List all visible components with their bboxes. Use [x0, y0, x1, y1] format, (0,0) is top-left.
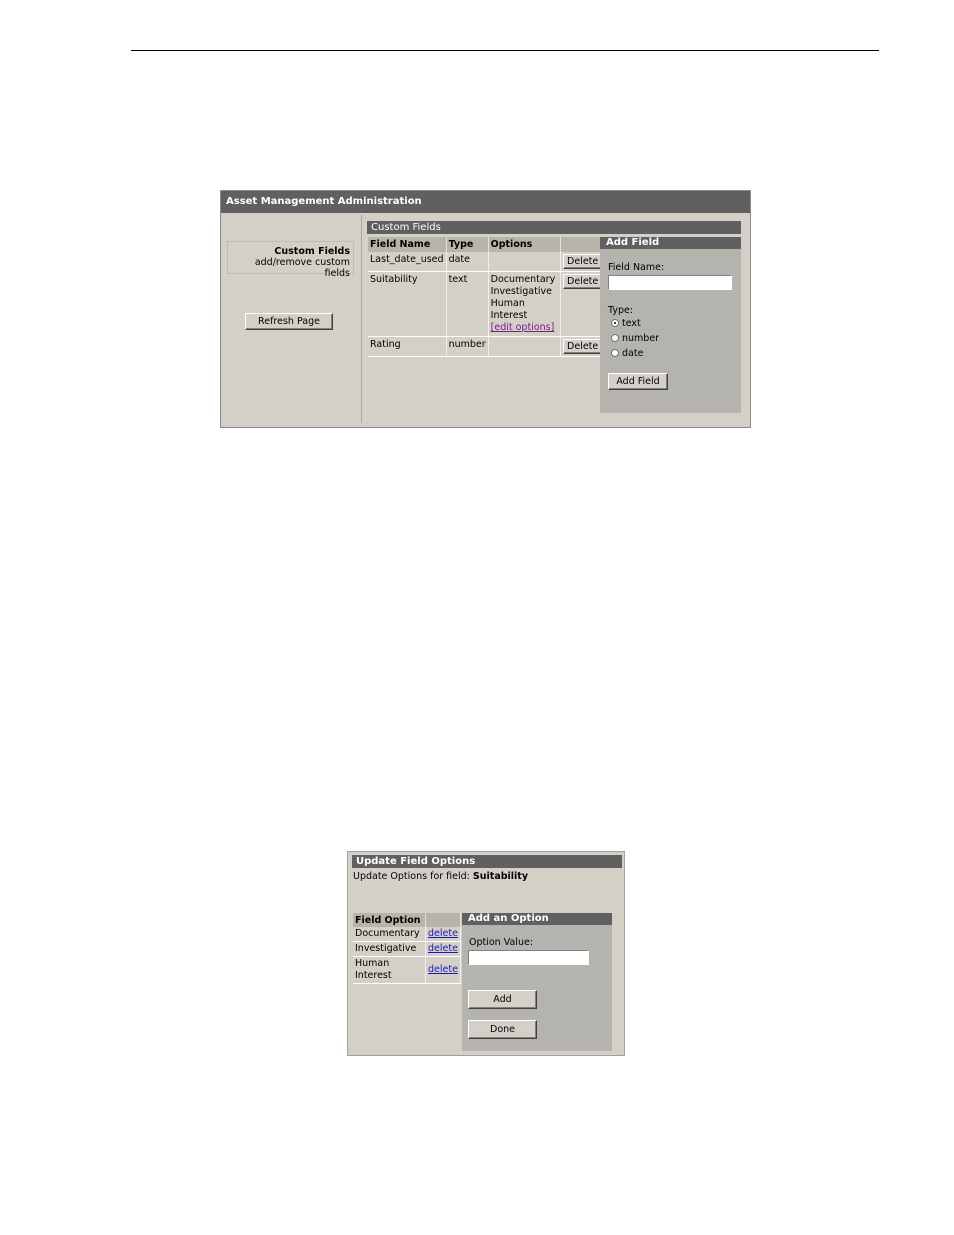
asset-admin-window: Asset Management Administration Custom F… [220, 190, 751, 428]
field-name-cell: Last_date_used [368, 252, 447, 272]
option-value-input[interactable] [468, 950, 589, 965]
column-header: Type [446, 237, 489, 252]
field-options-cell [488, 252, 561, 272]
subtitle-prefix: Update Options for field: [353, 871, 470, 882]
type-option-label: text [622, 318, 641, 329]
delete-option-link[interactable]: delete [428, 928, 458, 939]
option-value-cell: Investigative [353, 941, 426, 957]
field-options-table: Field Option Documentary delete Investig… [353, 913, 461, 984]
delete-option-link[interactable]: delete [428, 943, 458, 954]
add-field-heading: Add Field [600, 237, 741, 249]
field-name-input[interactable] [608, 275, 732, 290]
add-option-panel: Add an Option Option Value: Add Done [462, 913, 612, 1051]
custom-fields-table: Field Name Type Options Last_date_used d… [368, 237, 608, 357]
column-header: Field Name [368, 237, 447, 252]
option-value-cell: Human Interest [353, 956, 426, 984]
table-row: Suitability text Documentary Investigati… [368, 271, 608, 337]
field-name-label: Field Name: [608, 262, 665, 273]
type-option-label: date [622, 348, 644, 359]
update-options-subtitle: Update Options for field: Suitability [353, 871, 528, 882]
add-field-button[interactable]: Add Field [608, 373, 668, 390]
table-row: Investigative delete [353, 941, 461, 957]
field-name-cell: Suitability [368, 271, 447, 337]
option-value: Human Interest [490, 298, 528, 321]
column-header: Options [488, 237, 561, 252]
add-field-panel: Add Field Field Name: Type: text number … [600, 237, 741, 413]
type-label: Type: [608, 305, 634, 316]
table-row: Last_date_used date Delete [368, 252, 608, 272]
panel-divider [361, 215, 362, 423]
column-header [425, 913, 461, 927]
delete-option-link[interactable]: delete [428, 964, 458, 975]
option-value: Documentary [490, 274, 556, 285]
table-header-row: Field Name Type Options [368, 237, 608, 252]
nav-custom-fields-subtitle: add/remove custom fields [254, 257, 350, 279]
nav-custom-fields[interactable]: Custom Fields add/remove custom fields [227, 241, 354, 279]
add-option-button[interactable]: Add [468, 990, 537, 1009]
done-button[interactable]: Done [468, 1020, 537, 1039]
delete-field-button[interactable]: Delete [562, 339, 603, 354]
delete-field-button[interactable]: Delete [562, 254, 603, 269]
type-option-label: number [622, 333, 660, 344]
delete-field-button[interactable]: Delete [562, 274, 603, 289]
refresh-page-button[interactable]: Refresh Page [245, 313, 333, 330]
table-row: Rating number Delete [368, 336, 608, 357]
window-title: Asset Management Administration [221, 191, 750, 213]
nav-custom-fields-title: Custom Fields [274, 246, 350, 257]
field-options-cell [488, 336, 561, 357]
type-radio-text[interactable] [611, 319, 619, 327]
field-type-cell: date [446, 252, 489, 272]
add-option-heading: Add an Option [462, 913, 612, 925]
type-radio-date[interactable] [611, 349, 619, 357]
field-options-cell: Documentary Investigative Human Interest… [488, 271, 561, 337]
field-type-cell: number [446, 336, 489, 357]
field-name-cell: Rating [368, 336, 447, 357]
option-value-cell: Documentary [353, 927, 426, 942]
table-header-row: Field Option [353, 913, 461, 927]
type-radio-number[interactable] [611, 334, 619, 342]
edit-options-link[interactable]: [edit options] [491, 322, 555, 333]
option-value: Investigative [490, 286, 552, 297]
page-rule [131, 50, 879, 51]
update-options-title: Update Field Options [352, 855, 622, 868]
field-type-cell: text [446, 271, 489, 337]
table-row: Human Interest delete [353, 956, 461, 984]
current-field-name: Suitability [472, 871, 529, 882]
option-value-label: Option Value: [469, 937, 534, 948]
column-header: Field Option [353, 913, 426, 927]
custom-fields-heading: Custom Fields [367, 221, 741, 234]
table-row: Documentary delete [353, 927, 461, 942]
update-field-options-window: Update Field Options Update Options for … [347, 851, 625, 1056]
